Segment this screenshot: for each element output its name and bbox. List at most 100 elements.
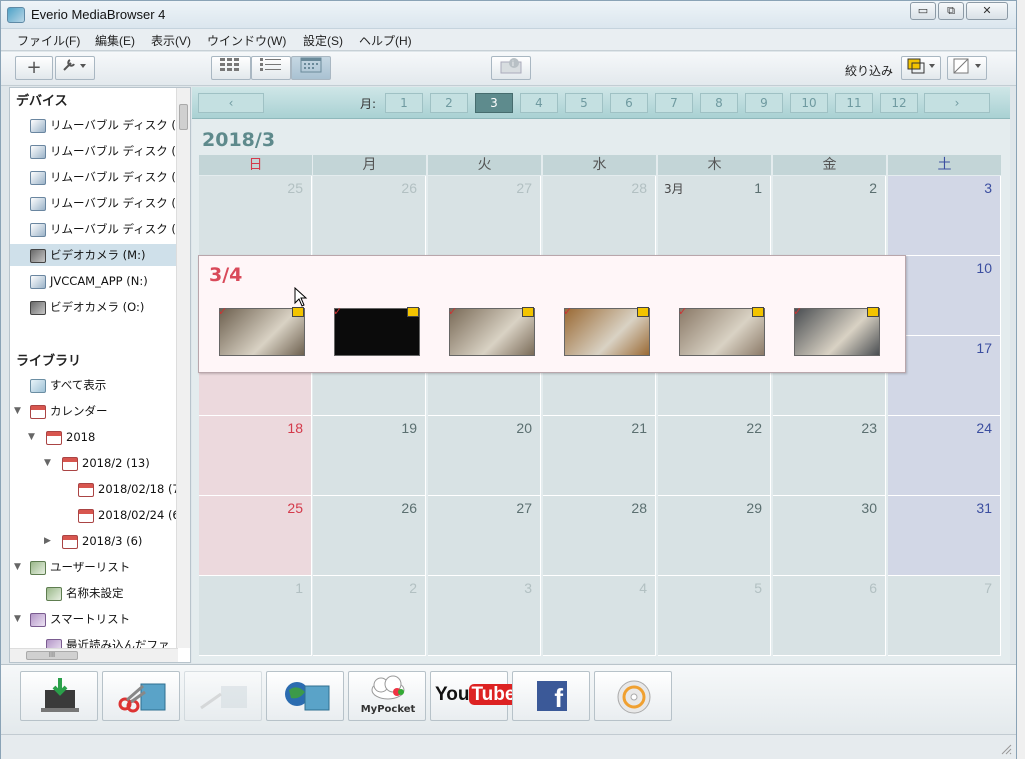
device-item-removable-4[interactable]: リムーバブル ディスク ( — [30, 192, 178, 214]
calendar-day-cell[interactable]: 27 — [428, 176, 541, 256]
expand-arrow-icon[interactable]: ▼ — [14, 614, 24, 624]
library-item-2018[interactable]: 2018 — [46, 426, 178, 448]
calendar-day-cell[interactable]: 26 — [313, 496, 426, 576]
web-upload-button[interactable] — [266, 671, 344, 721]
month-button-4[interactable]: 4 — [520, 93, 558, 113]
month-button-12[interactable]: 12 — [880, 93, 918, 113]
menu-view[interactable]: 表示(V) — [151, 32, 191, 49]
close-button[interactable]: ✕ — [966, 2, 1008, 20]
calendar-day-cell[interactable]: 23 — [773, 416, 886, 496]
calendar-day-cell[interactable]: 1 — [199, 576, 312, 656]
checkmark-icon[interactable]: ✓ — [218, 305, 227, 318]
expand-arrow-icon[interactable]: ▼ — [28, 432, 38, 442]
add-button[interactable]: + — [15, 56, 53, 80]
calendar-day-cell[interactable]: 5 — [658, 576, 771, 656]
scroll-thumb[interactable] — [179, 104, 188, 130]
library-item-2018-03[interactable]: 2018/3 (6) — [62, 530, 178, 552]
library-item-2018-02-24[interactable]: 2018/02/24 (6 — [78, 504, 178, 526]
sidebar-vertical-scrollbar[interactable] — [176, 88, 190, 648]
library-item-all[interactable]: すべて表示 — [30, 374, 178, 396]
calendar-day-cell[interactable]: 27 — [428, 496, 541, 576]
calendar-day-cell[interactable]: 26 — [313, 176, 426, 256]
calendar-day-cell[interactable]: 22 — [658, 416, 771, 496]
mypocket-button[interactable]: MyPocket — [348, 671, 426, 721]
minimize-button[interactable]: ▭ — [910, 2, 936, 20]
calendar-day-cell[interactable]: 28 — [543, 176, 656, 256]
calendar-day-cell[interactable]: 25 — [199, 176, 312, 256]
maximize-button[interactable]: ⧉ — [938, 2, 964, 20]
month-button-11[interactable]: 11 — [835, 93, 873, 113]
calendar-day-cell[interactable]: 3 — [428, 576, 541, 656]
menu-help[interactable]: ヘルプ(H) — [359, 32, 412, 49]
checkmark-icon[interactable]: ✓ — [448, 305, 457, 318]
filter-rating-button[interactable] — [901, 56, 941, 80]
month-button-1[interactable]: 1 — [385, 93, 423, 113]
month-button-7[interactable]: 7 — [655, 93, 693, 113]
library-item-calendar[interactable]: カレンダー — [30, 400, 178, 422]
calendar-day-cell[interactable]: 3 — [888, 176, 1001, 256]
prev-year-button[interactable]: ‹ — [198, 93, 264, 113]
month-button-6[interactable]: 6 — [610, 93, 648, 113]
device-item-removable-2[interactable]: リムーバブル ディスク ( — [30, 140, 178, 162]
next-year-button[interactable]: › — [924, 93, 990, 113]
checkmark-icon[interactable]: ✓ — [563, 305, 572, 318]
calendar-day-cell[interactable]: 18 — [199, 416, 312, 496]
calendar-day-cell[interactable]: 20 — [428, 416, 541, 496]
library-item-smart-list[interactable]: スマートリスト — [30, 608, 178, 630]
thumbnail-clip-1[interactable]: ✓ — [218, 305, 305, 356]
thumbnail-clip-6[interactable]: ✓ — [793, 305, 880, 356]
edit-button[interactable] — [102, 671, 180, 721]
sidebar-horizontal-scrollbar[interactable]: III — [10, 648, 178, 662]
expand-arrow-icon[interactable]: ▼ — [44, 458, 54, 468]
library-item-user-list[interactable]: ユーザーリスト — [30, 556, 178, 578]
expand-arrow-icon[interactable]: ▶ — [44, 536, 54, 546]
menu-window[interactable]: ウインドウ(W) — [207, 32, 286, 49]
expand-arrow-icon[interactable]: ▼ — [14, 562, 24, 572]
device-item-videocamera-o[interactable]: ビデオカメラ (O:) — [30, 296, 178, 318]
calendar-view-button[interactable] — [291, 56, 331, 80]
calendar-day-cell[interactable]: 29 — [658, 496, 771, 576]
calendar-day-cell[interactable]: 25 — [199, 496, 312, 576]
thumbnail-view-button[interactable] — [211, 56, 251, 80]
disc-button[interactable] — [594, 671, 672, 721]
expand-arrow-icon[interactable]: ▼ — [14, 406, 24, 416]
library-item-2018-02-18[interactable]: 2018/02/18 (7 — [78, 478, 178, 500]
device-item-removable-5[interactable]: リムーバブル ディスク ( — [30, 218, 178, 240]
calendar-day-cell[interactable]: 30 — [773, 496, 886, 576]
library-item-2018-02[interactable]: 2018/2 (13) — [62, 452, 178, 474]
device-item-jvccam-app[interactable]: JVCCAM_APP (N:) — [30, 270, 178, 292]
library-item-untitled[interactable]: 名称未設定 — [46, 582, 178, 604]
calendar-day-cell[interactable]: 31 — [888, 496, 1001, 576]
facebook-button[interactable]: f — [512, 671, 590, 721]
filter-type-button[interactable] — [947, 56, 987, 80]
info-button[interactable]: i — [491, 56, 531, 80]
month-button-3[interactable]: 3 — [475, 93, 513, 113]
list-view-button[interactable] — [251, 56, 291, 80]
settings-wrench-button[interactable] — [55, 56, 95, 80]
month-button-5[interactable]: 5 — [565, 93, 603, 113]
device-item-removable-1[interactable]: リムーバブル ディスク ( — [30, 114, 178, 136]
checkmark-icon[interactable]: ✓ — [333, 305, 342, 318]
thumbnail-clip-4[interactable]: ✓ — [563, 305, 650, 356]
resize-grip-icon[interactable] — [998, 741, 1012, 755]
thumbnail-clip-2[interactable]: ✓ — [333, 305, 420, 356]
calendar-day-cell[interactable]: 6 — [773, 576, 886, 656]
month-button-2[interactable]: 2 — [430, 93, 468, 113]
checkmark-icon[interactable]: ✓ — [678, 305, 687, 318]
calendar-day-cell[interactable]: 21 — [543, 416, 656, 496]
calendar-day-cell[interactable]: 24 — [888, 416, 1001, 496]
device-item-videocamera-m[interactable]: ビデオカメラ (M:) — [10, 244, 178, 266]
menu-file[interactable]: ファイル(F) — [17, 32, 80, 49]
month-button-8[interactable]: 8 — [700, 93, 738, 113]
menu-edit[interactable]: 編集(E) — [95, 32, 135, 49]
calendar-day-cell[interactable]: 7 — [888, 576, 1001, 656]
month-button-9[interactable]: 9 — [745, 93, 783, 113]
scroll-thumb[interactable]: III — [26, 651, 78, 660]
calendar-day-cell[interactable]: 4 — [543, 576, 656, 656]
calendar-day-cell[interactable]: 19 — [313, 416, 426, 496]
checkmark-icon[interactable]: ✓ — [793, 305, 802, 318]
trim-button[interactable] — [184, 671, 262, 721]
calendar-day-cell[interactable]: 2 — [773, 176, 886, 256]
month-button-10[interactable]: 10 — [790, 93, 828, 113]
calendar-day-cell[interactable]: 28 — [543, 496, 656, 576]
